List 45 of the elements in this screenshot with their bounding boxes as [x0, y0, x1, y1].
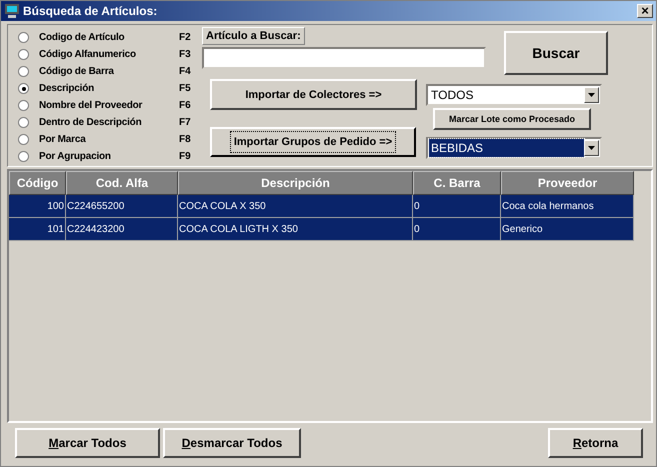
table-cell: COCA COLA X 350 [178, 195, 413, 217]
option-label[interactable]: Código de Barra [39, 66, 179, 77]
table-cell: 101 [9, 218, 66, 240]
option-label[interactable]: Por Marca [39, 134, 179, 145]
column-header[interactable]: Código [9, 171, 66, 195]
table-cell: C224423200 [66, 218, 178, 240]
table-row[interactable]: 101 C224423200 COCA COLA LIGTH X 350 0 Generico [9, 218, 634, 241]
mark-batch-button[interactable]: Marcar Lote como Procesado [433, 108, 591, 130]
table-cell: 100 [9, 195, 66, 217]
close-button[interactable]: × [637, 4, 653, 18]
table-cell: 0 [413, 218, 501, 240]
shortcut-key: F5 [179, 83, 191, 94]
table-cell: C224655200 [66, 195, 178, 217]
table-cell: Generico [501, 218, 634, 240]
column-header[interactable]: C. Barra [413, 171, 501, 195]
action-button[interactable]: Desmarcar Todos [163, 428, 301, 458]
column-header[interactable]: Proveedor [501, 171, 634, 195]
option-label[interactable]: Codigo de Artículo [39, 32, 179, 43]
table-row[interactable]: 100 C224655200 COCA COLA X 350 0 Coca cola hermanos [9, 195, 634, 218]
shortcut-key: F7 [179, 117, 191, 128]
action-button[interactable]: Marcar Todos [15, 428, 160, 458]
window-title: Búsqueda de Artículos: [23, 4, 158, 18]
shortcut-key: F3 [179, 49, 191, 60]
table-cell: 0 [413, 195, 501, 217]
option-label[interactable]: Descripción [39, 83, 179, 94]
option-label[interactable]: Nombre del Proveedor [39, 100, 179, 111]
action-button[interactable]: Retorna [548, 428, 643, 458]
option-label[interactable]: Dentro de Descripción [39, 117, 179, 128]
import-groups-button[interactable]: Importar Grupos de Pedido => [210, 127, 416, 157]
search-label: Artículo a Buscar: [202, 27, 305, 45]
option-label[interactable]: Por Agrupacion [39, 151, 179, 162]
shortcut-key: F4 [179, 66, 191, 77]
option-label[interactable]: Código Alfanumerico [39, 49, 179, 60]
column-header[interactable]: Descripción [178, 171, 413, 195]
table-cell: COCA COLA LIGTH X 350 [178, 218, 413, 240]
shortcut-key: F2 [179, 32, 191, 43]
shortcut-key: F9 [179, 151, 191, 162]
import-collectors-button[interactable]: Importar de Colectores => [210, 79, 417, 110]
table-cell: Coca cola hermanos [501, 195, 634, 217]
collector-dropdown[interactable]: TODOS [426, 84, 602, 106]
shortcut-key: F8 [179, 134, 191, 145]
search-button[interactable]: Buscar [504, 31, 608, 75]
column-header[interactable]: Cod. Alfa [66, 171, 178, 195]
group-dropdown[interactable]: BEBIDAS [426, 137, 602, 159]
shortcut-key: F6 [179, 100, 191, 111]
